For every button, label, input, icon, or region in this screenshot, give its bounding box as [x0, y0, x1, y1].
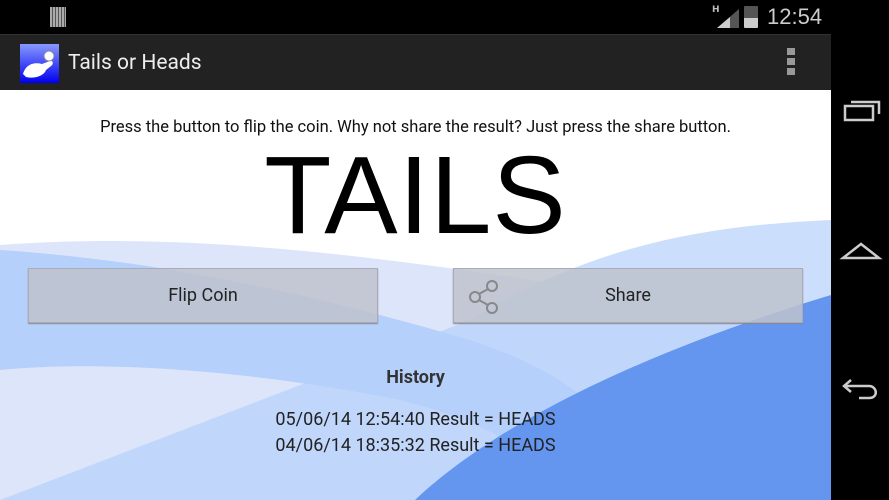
- back-icon[interactable]: [839, 368, 883, 408]
- coin-result: TAILS: [264, 134, 567, 257]
- flip-coin-label: Flip Coin: [168, 285, 238, 306]
- clock: 12:54: [767, 4, 823, 29]
- notification-icon: [50, 7, 66, 27]
- battery-charging-icon: [744, 6, 758, 28]
- share-icon: [469, 280, 498, 314]
- flip-coin-button[interactable]: Flip Coin: [28, 268, 378, 323]
- app-title: Tails or Heads: [68, 51, 202, 75]
- home-icon[interactable]: [839, 230, 883, 270]
- share-label: Share: [605, 285, 651, 306]
- app-coin-hand-icon[interactable]: [20, 44, 59, 83]
- signal-icon: [717, 9, 739, 28]
- history-item: 04/06/14 18:35:32 Result = HEADS: [275, 435, 556, 456]
- history-item: 05/06/14 12:54:40 Result = HEADS: [275, 409, 556, 430]
- overflow-menu-icon[interactable]: [785, 48, 797, 78]
- action-bar: Tails or Heads: [0, 34, 831, 90]
- share-button[interactable]: Share: [453, 268, 803, 323]
- navigation-bar: [831, 0, 889, 500]
- main-content: Press the button to flip the coin. Why n…: [0, 90, 831, 500]
- status-bar: H 12:54: [0, 0, 831, 34]
- recent-apps-icon[interactable]: [839, 90, 883, 130]
- history-list[interactable]: 05/06/14 12:54:40 Result = HEADS 04/06/1…: [0, 407, 831, 459]
- history-title: History: [386, 367, 445, 388]
